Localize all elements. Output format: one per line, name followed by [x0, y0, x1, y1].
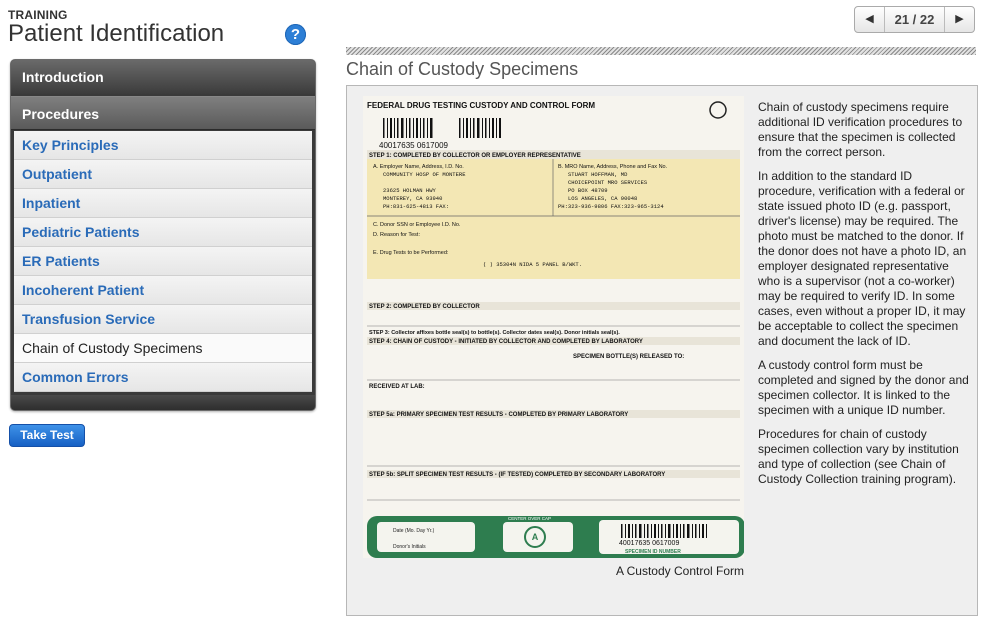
section-title: Chain of Custody Specimens [346, 59, 579, 79]
form-step2: STEP 2: COMPLETED BY COLLECTOR [369, 304, 480, 310]
form-employer-phone: PH:831-625-4813 FAX: [383, 203, 449, 210]
nav-item-inpatient[interactable]: Inpatient [14, 189, 312, 218]
description-paragraph: In addition to the standard ID procedure… [758, 169, 967, 348]
form-employer-address: 23625 HOLMAN HWY [383, 187, 437, 194]
form-mro-phone: PH:323-936-9806 FAX:323-965-3124 [558, 203, 664, 210]
form-mro-label: B. MRO Name, Address, Phone and Fax No. [558, 164, 668, 170]
seal-center-letter: A [532, 532, 539, 542]
seal-center-cap-label: CENTER OVER CAP [508, 516, 551, 521]
custody-form-image: FEDERAL DRUG TESTING CUSTODY AND CONTROL… [363, 96, 744, 558]
next-page-button[interactable]: ▶ [944, 7, 974, 32]
description-text: Chain of custody specimens require addit… [758, 100, 970, 496]
custody-form-drawing: FEDERAL DRUG TESTING CUSTODY AND CONTROL… [363, 96, 744, 558]
form-step5b: STEP 5b: SPLIT SPECIMEN TEST RESULTS - (… [369, 472, 665, 478]
nav-procedures[interactable]: Procedures [11, 96, 315, 130]
nav-item-incoherent-patient[interactable]: Incoherent Patient [14, 276, 312, 305]
description-paragraph: Procedures for chain of custody specimen… [758, 427, 959, 486]
page-counter: 21 / 22 [894, 12, 935, 27]
page-navigator: ◀ 21 / 22 ▶ [854, 6, 975, 33]
nav-footer-bar [11, 395, 315, 410]
nav-item-er-patients[interactable]: ER Patients [14, 247, 312, 276]
specimen-seal-strip: Date (Mo. Day Yr.) Donor's Initials CENT… [367, 516, 744, 558]
form-employer-city: MONTEREY, CA 93940 [383, 195, 442, 202]
nav-item-outpatient[interactable]: Outpatient [14, 160, 312, 189]
nav-introduction[interactable]: Introduction [11, 60, 315, 94]
seal-initials-label: Donor's Initials [393, 544, 426, 550]
form-title: FEDERAL DRUG TESTING CUSTODY AND CONTROL… [367, 101, 595, 110]
form-bottles-released: SPECIMEN BOTTLE(S) RELEASED TO: [573, 354, 684, 360]
content-panel: FEDERAL DRUG TESTING CUSTODY AND CONTROL… [346, 85, 978, 616]
nav-item-key-principles[interactable]: Key Principles [14, 131, 312, 160]
form-received-at-lab: RECEIVED AT LAB: [369, 384, 425, 390]
nav-item-pediatric-patients[interactable]: Pediatric Patients [14, 218, 312, 247]
figure-caption: A Custody Control Form [615, 564, 744, 578]
form-step5a: STEP 5a: PRIMARY SPECIMEN TEST RESULTS -… [369, 412, 628, 418]
form-mro-city: LOS ANGELES, CA 90048 [568, 195, 637, 202]
help-icon[interactable]: ? [285, 24, 306, 45]
nav-item-chain-of-custody[interactable]: Chain of Custody Specimens [14, 334, 312, 363]
hatched-divider [346, 47, 976, 55]
form-panel: ( ) 35304N NIDA 5 PANEL B/WKT. [483, 261, 582, 268]
form-specimen-number: 40017635 0617009 [379, 141, 449, 150]
form-step1: STEP 1: COMPLETED BY COLLECTOR OR EMPLOY… [369, 153, 581, 159]
form-donor-label: C. Donor SSN or Employee I.D. No. [373, 222, 461, 228]
page-title: Patient Identification [8, 20, 225, 47]
form-reason-label: D. Reason for Test: [373, 232, 420, 238]
take-test-button[interactable]: Take Test [9, 424, 85, 447]
form-mro-name: STUART HOFFMAN, MD [568, 171, 628, 178]
form-step4: STEP 4: CHAIN OF CUSTODY - INITIATED BY … [369, 339, 643, 345]
seal-date-label: Date (Mo. Day Yr.) [393, 528, 435, 534]
nav-item-common-errors[interactable]: Common Errors [14, 363, 312, 392]
seal-specimen-number: 40017635 0617009 [619, 540, 679, 547]
description-paragraph: A custody control form must be completed… [758, 358, 969, 417]
course-navigation: Introduction Procedures Key Principles O… [10, 59, 316, 411]
form-step3: STEP 3: Collector affixes bottle seal(s)… [369, 330, 620, 336]
form-employer-name: COMMUNITY HOSP OF MONTERE [383, 171, 466, 178]
previous-page-button[interactable]: ◀ [855, 7, 885, 32]
seal-id-label: SPECIMEN ID NUMBER [625, 549, 681, 555]
form-mro-box: PO BOX 48709 [568, 187, 608, 194]
form-tests-label: E. Drug Tests to be Performed: [373, 250, 449, 256]
form-mro-org: CHOICEPOINT MRO SERVICES [568, 179, 648, 186]
form-employer-label: A. Employer Name, Address, I.D. No. [373, 164, 464, 170]
nav-item-transfusion-service[interactable]: Transfusion Service [14, 305, 312, 334]
description-paragraph: Chain of custody specimens require addit… [758, 100, 963, 159]
nav-procedures-list: Key Principles Outpatient Inpatient Pedi… [14, 131, 312, 392]
